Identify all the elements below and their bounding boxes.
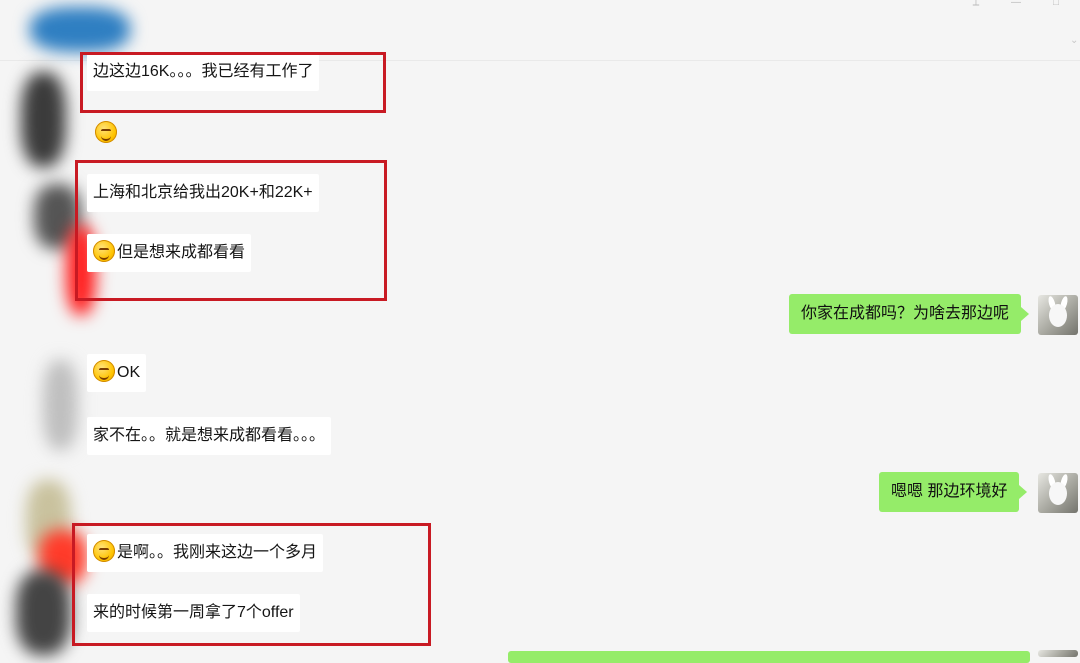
outgoing-message-partial — [508, 651, 1030, 663]
incoming-message: 家不在。。就是想来成都看看。。。 — [87, 417, 332, 455]
blurred-avatar — [16, 570, 71, 655]
outgoing-message: 嗯嗯 那边环境好 — [879, 472, 1028, 512]
highlight-box — [72, 523, 431, 646]
incoming-message: OK — [87, 354, 147, 392]
message-text: 家不在。。就是想来成都看看。。。 — [93, 427, 326, 444]
minimize-icon[interactable]: — — [1008, 0, 1024, 8]
message-text: 你家在成都吗？为啥去那边呢 — [801, 305, 1010, 322]
pin-icon[interactable]: ⟂ — [968, 0, 984, 8]
outgoing-message: 你家在成都吗？为啥去那边呢 — [789, 294, 1030, 334]
smiley-emoji-icon — [93, 360, 115, 382]
highlight-box — [75, 160, 387, 301]
blurred-avatar — [21, 72, 66, 167]
chevron-down-icon[interactable]: ⌄ — [1070, 36, 1080, 46]
blurred-avatar — [43, 360, 78, 450]
message-text: OK — [117, 364, 141, 381]
bunny-avatar-icon[interactable] — [1038, 650, 1078, 657]
highlight-box — [80, 52, 386, 113]
maximize-icon[interactable]: □ — [1048, 0, 1064, 8]
blurred-avatar — [30, 7, 130, 52]
bunny-avatar-icon[interactable] — [1038, 473, 1078, 513]
smiley-emoji-icon — [95, 121, 117, 143]
message-text: 嗯嗯 那边环境好 — [891, 483, 1008, 500]
bunny-avatar-icon[interactable] — [1038, 295, 1078, 335]
